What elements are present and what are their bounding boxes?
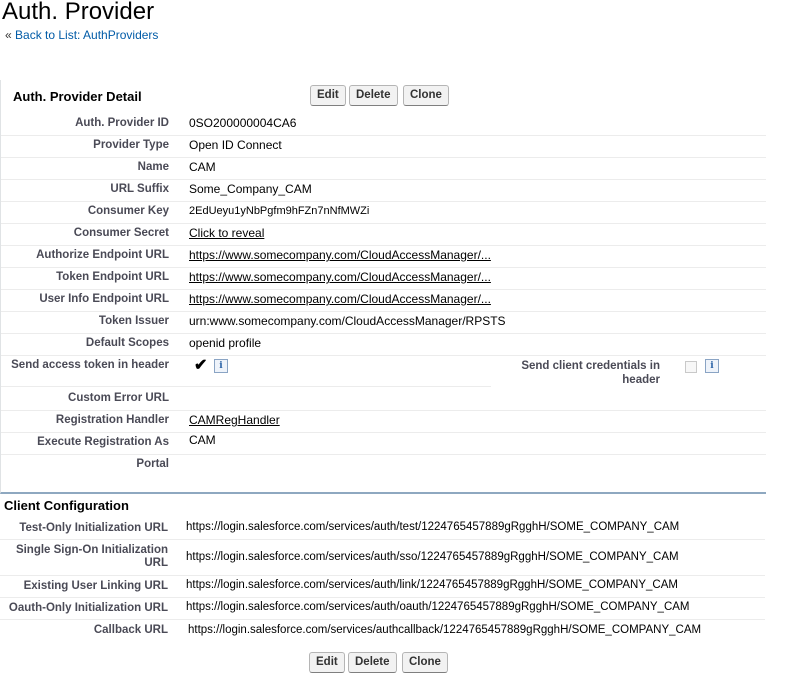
edit-button-top[interactable]: Edit <box>310 85 346 106</box>
breadcrumb: « Back to List: AuthProviders <box>5 28 158 42</box>
client-row-test-only: Test-Only Initialization URL https://log… <box>0 517 765 540</box>
field-label: Oauth-Only Initialization URL <box>8 602 168 614</box>
field-label: Portal <box>136 458 169 470</box>
delete-button-bottom[interactable]: Delete <box>348 652 397 673</box>
send-access-token-checkmark-icon: ✔ <box>194 357 208 374</box>
field-label: Send access token in header <box>11 359 169 371</box>
detail-row-portal: Portal <box>1 454 766 476</box>
field-value: urn:www.somecompany.com/CloudAccessManag… <box>189 314 506 328</box>
page-title: Auth. Provider <box>2 0 155 25</box>
field-value: https://login.salesforce.com/services/au… <box>188 624 702 636</box>
detail-row-execute-registration-as: Execute Registration As CAM <box>1 432 766 455</box>
field-label: Provider Type <box>93 139 169 151</box>
field-value: CAM <box>189 160 216 174</box>
field-value: 2EdUeyu1yNbPgfm9hFZn7nNfMWZi <box>189 205 370 217</box>
click-to-reveal-link[interactable]: Click to reveal <box>189 226 264 240</box>
field-label: Token Issuer <box>98 315 169 327</box>
field-label: Callback URL <box>93 624 168 636</box>
field-label: Send client credentials in header <box>521 360 660 386</box>
field-label: Test-Only Initialization URL <box>19 522 168 534</box>
registration-handler-link[interactable]: CAMRegHandler <box>189 413 280 427</box>
detail-row-consumer-key: Consumer Key 2EdUeyu1yNbPgfm9hFZn7nNfMWZ… <box>1 201 766 224</box>
section-title-detail: Auth. Provider Detail <box>13 89 142 104</box>
detail-row-name: Name CAM <box>1 157 766 180</box>
client-row-existing-user-linking: Existing User Linking URL https://login.… <box>0 576 765 598</box>
send-client-credentials-checkbox <box>685 361 697 373</box>
edit-button-bottom[interactable]: Edit <box>309 652 345 673</box>
detail-row-token-endpoint: Token Endpoint URL https://www.somecompa… <box>1 267 766 290</box>
detail-row-token-issuer: Token Issuer urn:www.somecompany.com/Clo… <box>1 311 766 334</box>
field-label: Execute Registration As <box>37 436 169 448</box>
field-value: https://login.salesforce.com/services/au… <box>186 601 690 613</box>
field-label: Consumer Secret <box>73 227 169 239</box>
info-icon[interactable]: i <box>214 359 228 373</box>
detail-row-registration-handler: Registration Handler CAMRegHandler <box>1 410 766 433</box>
field-label: Token Endpoint URL <box>56 271 169 283</box>
info-icon[interactable]: i <box>705 359 719 373</box>
client-row-oauth-only: Oauth-Only Initialization URL https://lo… <box>0 598 765 620</box>
detail-row-authorize-endpoint: Authorize Endpoint URL https://www.somec… <box>1 245 766 268</box>
back-to-list-link[interactable]: Back to List: AuthProviders <box>15 28 158 42</box>
detail-row-custom-error-url: Custom Error URL <box>1 388 766 411</box>
field-value: https://login.salesforce.com/services/au… <box>186 579 678 591</box>
field-value: openid profile <box>189 336 262 350</box>
field-value: Some_Company_CAM <box>189 182 312 196</box>
detail-row-auth-provider-id: Auth. Provider ID 0SO200000004CA6 <box>1 113 766 136</box>
field-value: https://login.salesforce.com/services/au… <box>186 551 679 563</box>
field-label: Name <box>137 161 169 173</box>
client-row-single-sign-on: Single Sign-On Initialization URL https:… <box>0 540 765 576</box>
detail-row-url-suffix: URL Suffix Some_Company_CAM <box>1 179 766 202</box>
detail-row-user-info-endpoint: User Info Endpoint URL https://www.somec… <box>1 289 766 312</box>
auth-provider-detail-panel: Auth. Provider Detail Edit Delete Clone … <box>0 80 766 494</box>
client-row-callback-url: Callback URL https://login.salesforce.co… <box>0 620 765 642</box>
field-label: Default Scopes <box>85 337 169 349</box>
field-label: Existing User Linking URL <box>23 580 168 592</box>
field-label: Custom Error URL <box>68 392 169 404</box>
field-value: CAM <box>189 433 216 447</box>
authorize-endpoint-link[interactable]: https://www.somecompany.com/CloudAccessM… <box>189 248 491 262</box>
back-arrow-icon: « <box>5 28 16 42</box>
field-value: 0SO200000004CA6 <box>189 116 297 130</box>
section-title-client-configuration: Client Configuration <box>4 498 129 513</box>
detail-row-consumer-secret: Consumer Secret Click to reveal <box>1 223 766 246</box>
delete-button-top[interactable]: Delete <box>349 85 398 106</box>
clone-button-top[interactable]: Clone <box>403 85 449 106</box>
detail-row-default-scopes: Default Scopes openid profile <box>1 333 766 356</box>
field-label: Auth. Provider ID <box>75 117 169 129</box>
field-value: Open ID Connect <box>189 138 282 152</box>
field-label: Single Sign-On Initialization URL <box>15 544 168 569</box>
field-label: Consumer Key <box>87 205 169 217</box>
clone-button-bottom[interactable]: Clone <box>402 652 448 673</box>
user-info-endpoint-link[interactable]: https://www.somecompany.com/CloudAccessM… <box>189 292 491 306</box>
field-label: Authorize Endpoint URL <box>36 249 169 261</box>
field-label: URL Suffix <box>110 183 169 195</box>
detail-row-provider-type: Provider Type Open ID Connect <box>1 135 766 158</box>
field-label: Registration Handler <box>55 414 169 426</box>
field-label: User Info Endpoint URL <box>39 293 169 305</box>
field-value: https://login.salesforce.com/services/au… <box>186 521 680 533</box>
token-endpoint-link[interactable]: https://www.somecompany.com/CloudAccessM… <box>189 270 491 284</box>
detail-row-send-headers: Send access token in header ✔ i Send cli… <box>1 355 766 387</box>
